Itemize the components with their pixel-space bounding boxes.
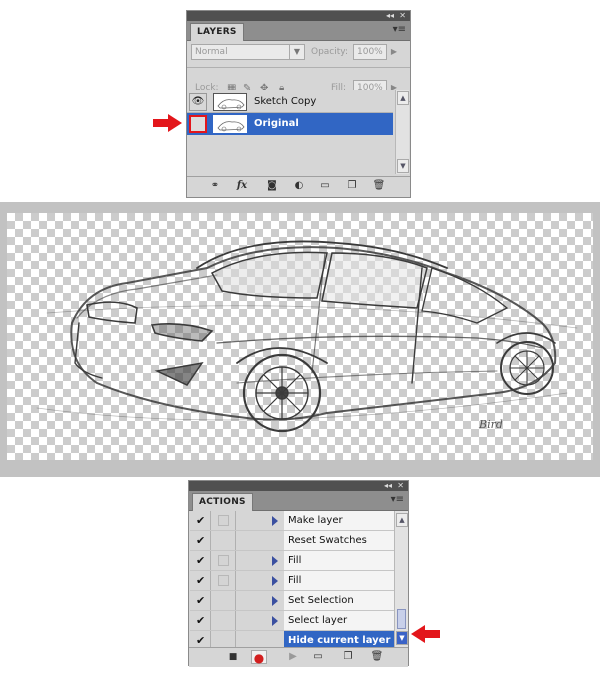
artist-signature: Bird	[479, 418, 503, 431]
actions-footer: ■ ● ▶ ▭ ❐ 🗑︎	[189, 647, 408, 667]
layer-name: Sketch Copy	[254, 96, 317, 107]
expand-triangle-icon[interactable]	[272, 556, 278, 566]
expand-triangle-icon[interactable]	[272, 516, 278, 526]
expand-triangle-icon[interactable]	[272, 616, 278, 626]
action-step-select-layer[interactable]: ✔ Select layer “Original”	[190, 611, 395, 645]
blend-mode-value: Normal	[195, 47, 228, 57]
fx-icon[interactable]: fx	[234, 179, 250, 193]
actions-panel: ◂◂ ✕ ACTIONS ▾≡ ✔ Make layer ✔ Reset Swa…	[188, 480, 409, 667]
checkmark-icon[interactable]: ✔	[196, 535, 207, 546]
collapse-icon[interactable]: ◂◂	[386, 11, 394, 21]
opacity-field[interactable]: 100%	[353, 44, 387, 60]
checkmark-icon[interactable]: ✔	[196, 515, 207, 526]
action-list: ✔ Make layer ✔ Reset Swatches ✔ Fill ✔ F…	[189, 511, 395, 650]
close-icon[interactable]: ✕	[397, 481, 404, 491]
trash-icon[interactable]: 🗑︎	[371, 179, 387, 193]
layers-scrollbar[interactable]: ▲ ▼	[395, 90, 409, 174]
checkmark-icon[interactable]: ✔	[196, 575, 207, 586]
layer-thumbnail	[213, 115, 247, 133]
annotation-arrow-icon	[411, 625, 440, 643]
panel-menu-icon[interactable]: ▾≡	[391, 494, 404, 506]
action-label: Reset Swatches	[288, 535, 367, 546]
panel-titlebar: ◂◂ ✕	[189, 481, 408, 491]
tab-actions[interactable]: ACTIONS	[192, 493, 253, 511]
tab-layers[interactable]: LAYERS	[190, 23, 244, 41]
add-mask-icon[interactable]: ◙	[264, 179, 280, 193]
expand-triangle-icon[interactable]	[272, 576, 278, 586]
new-set-icon[interactable]: ▭	[310, 650, 326, 664]
actions-tabbar: ACTIONS ▾≡	[189, 491, 408, 511]
layers-footer: ⚭ fx ◙ ◐ ▭ ❐ 🗑︎	[187, 176, 410, 196]
dialog-toggle[interactable]	[218, 515, 229, 526]
layer-row-sketch-copy[interactable]: 👁︎ Sketch Copy	[187, 91, 393, 113]
dialog-toggle[interactable]	[218, 575, 229, 586]
scroll-thumb[interactable]	[397, 609, 406, 629]
new-group-icon[interactable]: ▭	[317, 179, 333, 193]
document-canvas[interactable]: Bird	[7, 213, 593, 460]
layers-tabbar: LAYERS ▾≡	[187, 21, 410, 41]
action-step-reset-swatches[interactable]: ✔ Reset Swatches	[190, 531, 395, 551]
layer-name: Original	[254, 118, 299, 129]
panel-menu-icon[interactable]: ▾≡	[393, 24, 406, 36]
checkmark-icon[interactable]: ✔	[196, 615, 207, 626]
action-step-make-layer[interactable]: ✔ Make layer	[190, 511, 395, 531]
divider	[187, 67, 410, 68]
trash-icon[interactable]: 🗑︎	[369, 650, 385, 664]
record-icon[interactable]: ●	[251, 650, 267, 665]
actions-scrollbar[interactable]: ▲ ▼	[394, 511, 408, 647]
new-action-icon[interactable]: ❐	[340, 650, 356, 664]
adjustment-layer-icon[interactable]: ◐	[291, 179, 307, 193]
opacity-stepper-icon[interactable]: ▶	[389, 44, 399, 60]
action-step-set-selection[interactable]: ✔ Set Selection	[190, 591, 395, 611]
action-label: Set Selection	[288, 595, 354, 606]
checkmark-icon[interactable]: ✔	[196, 635, 207, 646]
action-label: Fill	[288, 555, 302, 566]
scroll-up-icon[interactable]: ▲	[397, 91, 409, 105]
checkmark-icon[interactable]: ✔	[196, 595, 207, 606]
new-layer-icon[interactable]: ❐	[344, 179, 360, 193]
action-label: Fill	[288, 575, 302, 586]
layers-list: 👁︎ Sketch Copy Original	[187, 90, 395, 174]
scroll-down-icon[interactable]: ▼	[397, 159, 409, 173]
checkmark-icon[interactable]: ✔	[196, 555, 207, 566]
panel-titlebar: ◂◂ ✕	[187, 11, 410, 21]
scroll-down-icon[interactable]: ▼	[396, 631, 408, 645]
layer-row-original[interactable]: Original	[187, 113, 393, 135]
stop-icon[interactable]: ■	[225, 650, 241, 664]
scroll-up-icon[interactable]: ▲	[396, 513, 408, 527]
car-sketch-illustration	[36, 240, 578, 433]
dialog-toggle[interactable]	[218, 555, 229, 566]
close-icon[interactable]: ✕	[399, 11, 406, 21]
action-step-fill[interactable]: ✔ Fill	[190, 551, 395, 571]
visibility-eye-icon[interactable]: 👁︎	[189, 93, 207, 111]
annotation-arrow-icon	[153, 114, 182, 132]
blend-mode-select[interactable]: Normal ▼	[191, 44, 305, 60]
layer-thumbnail	[213, 93, 247, 111]
link-layers-icon[interactable]: ⚭	[207, 179, 223, 193]
document-area: Bird	[0, 202, 600, 477]
visibility-toggle-hidden[interactable]	[189, 115, 207, 133]
play-icon[interactable]: ▶	[285, 650, 301, 664]
action-label: Make layer	[288, 515, 343, 526]
opacity-label: Opacity:	[311, 47, 348, 57]
collapse-icon[interactable]: ◂◂	[384, 481, 392, 491]
expand-triangle-icon[interactable]	[272, 596, 278, 606]
chevron-down-icon: ▼	[289, 45, 304, 59]
action-step-fill[interactable]: ✔ Fill	[190, 571, 395, 591]
